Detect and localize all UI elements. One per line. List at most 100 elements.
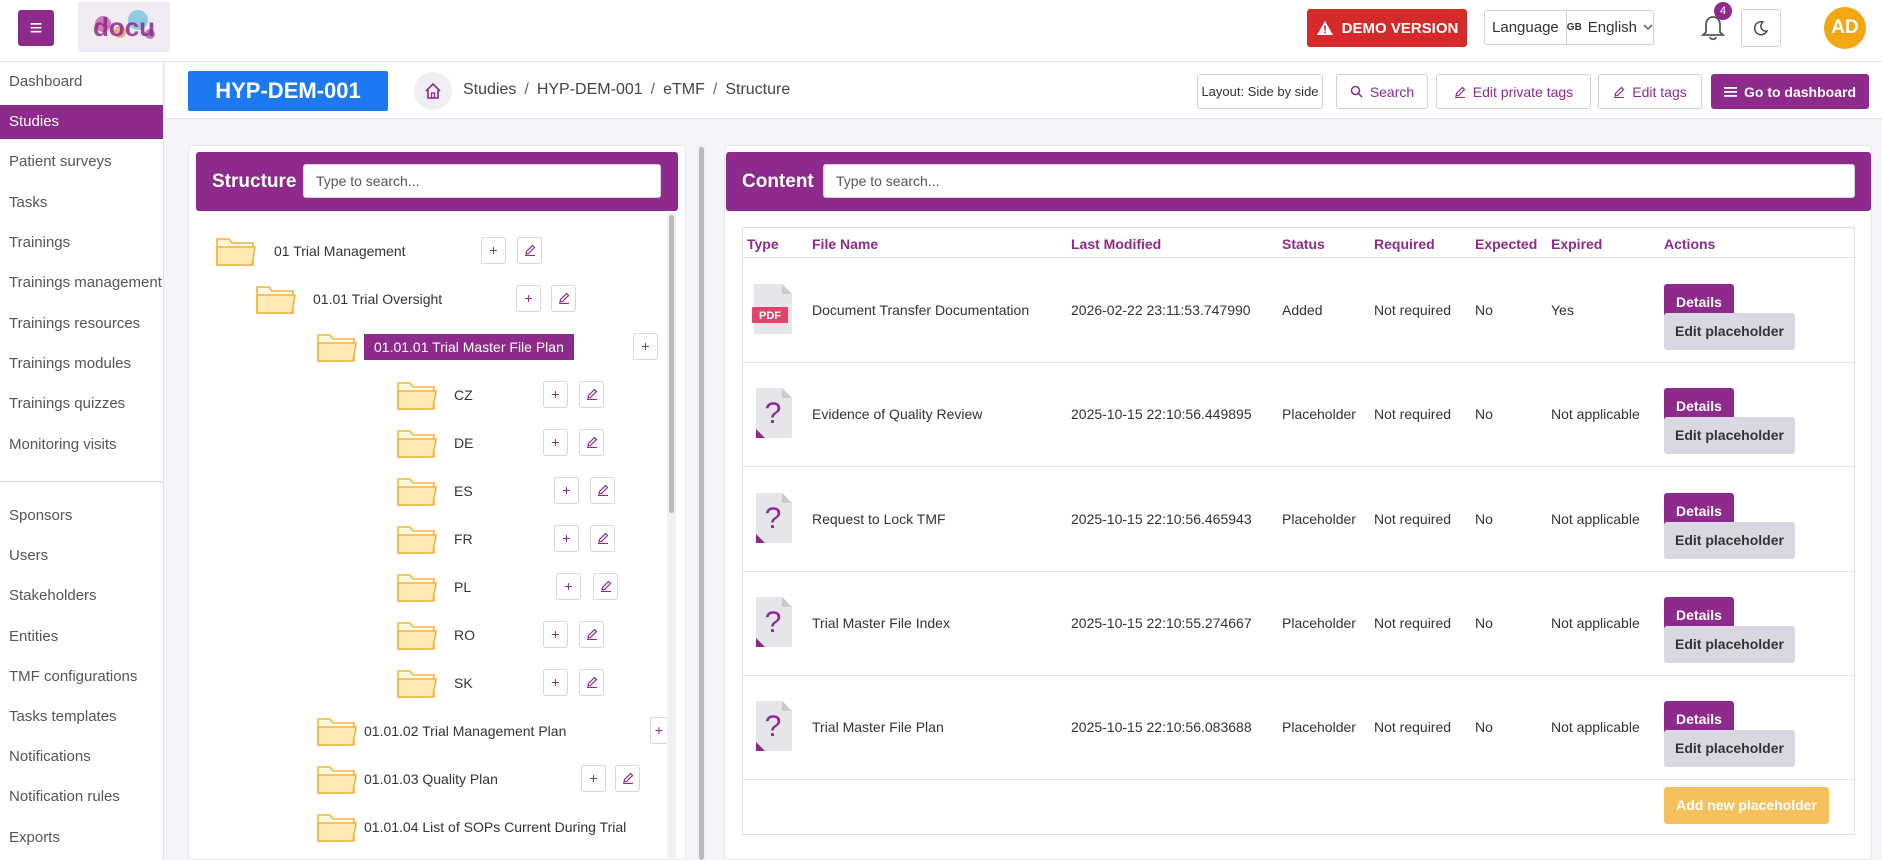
language-selector[interactable]: Language GB English <box>1484 10 1654 45</box>
column-header-required[interactable]: Required <box>1374 236 1435 252</box>
page-scrollbar-thumb[interactable] <box>699 147 704 860</box>
edit-placeholder-button[interactable]: Edit placeholder <box>1664 417 1795 454</box>
edit-folder-button[interactable] <box>593 573 618 600</box>
tree-node-label[interactable]: FR <box>454 529 473 549</box>
folder-icon[interactable] <box>317 811 357 843</box>
folder-icon[interactable] <box>317 715 357 747</box>
add-folder-button[interactable]: + <box>554 477 579 504</box>
sidebar-item-tmf-configurations[interactable]: TMF configurations <box>0 660 163 694</box>
go-to-dashboard-button[interactable]: Go to dashboard <box>1711 74 1869 109</box>
add-new-placeholder-button[interactable]: Add new placeholder <box>1664 787 1829 824</box>
folder-icon[interactable] <box>397 475 437 507</box>
file-name-cell[interactable]: Request to Lock TMF <box>812 511 946 527</box>
edit-placeholder-button[interactable]: Edit placeholder <box>1664 626 1795 663</box>
sidebar-item-notification-rules[interactable]: Notification rules <box>0 780 163 814</box>
edit-private-tags-button[interactable]: Edit private tags <box>1436 74 1591 109</box>
sidebar-item-trainings-quizzes[interactable]: Trainings quizzes <box>0 387 163 421</box>
column-header-expected[interactable]: Expected <box>1475 236 1537 252</box>
sidebar-item-tasks-templates[interactable]: Tasks templates <box>0 700 163 734</box>
edit-folder-button[interactable] <box>590 525 615 552</box>
add-folder-button[interactable]: + <box>543 621 568 648</box>
sidebar-item-trainings-resources[interactable]: Trainings resources <box>0 307 163 341</box>
add-folder-button[interactable]: + <box>554 525 579 552</box>
folder-icon[interactable] <box>317 763 357 795</box>
sidebar-item-studies[interactable]: Studies <box>0 105 163 139</box>
edit-placeholder-button[interactable]: Edit placeholder <box>1664 730 1795 767</box>
tree-node-label[interactable]: 01.01.01 Trial Master File Plan <box>364 334 574 360</box>
theme-toggle-button[interactable] <box>1741 9 1781 47</box>
folder-icon[interactable] <box>397 571 437 603</box>
column-header-type[interactable]: Type <box>747 236 779 252</box>
hamburger-menu-button[interactable]: ≡ <box>18 10 54 46</box>
structure-search-input[interactable] <box>303 164 661 198</box>
add-folder-button[interactable]: + <box>581 765 606 792</box>
tree-node-label[interactable]: 01 Trial Management <box>274 241 406 261</box>
home-button[interactable] <box>414 72 452 110</box>
sidebar-item-tasks[interactable]: Tasks <box>0 186 163 220</box>
folder-icon[interactable] <box>397 667 437 699</box>
sidebar-item-users[interactable]: Users <box>0 539 163 573</box>
sidebar-item-trainings[interactable]: Trainings <box>0 226 163 260</box>
tree-node-label[interactable]: ES <box>454 481 473 501</box>
edit-placeholder-button[interactable]: Edit placeholder <box>1664 522 1795 559</box>
language-dropdown[interactable]: GB English <box>1567 11 1653 44</box>
add-folder-button[interactable]: + <box>543 381 568 408</box>
content-search-input[interactable] <box>823 164 1855 198</box>
add-folder-button[interactable]: + <box>556 573 581 600</box>
tree-node-label[interactable]: PL <box>454 577 471 597</box>
breadcrumb-study[interactable]: HYP-DEM-001 <box>537 81 643 98</box>
sidebar-item-patient-surveys[interactable]: Patient surveys <box>0 145 163 179</box>
edit-folder-button[interactable] <box>579 669 604 696</box>
folder-icon[interactable] <box>317 331 357 363</box>
add-folder-button[interactable]: + <box>650 717 668 744</box>
sidebar-item-stakeholders[interactable]: Stakeholders <box>0 579 163 613</box>
edit-folder-button[interactable] <box>579 381 604 408</box>
file-name-cell[interactable]: Evidence of Quality Review <box>812 406 982 422</box>
folder-icon[interactable] <box>256 283 296 315</box>
structure-scrollbar-thumb[interactable] <box>669 215 674 513</box>
demo-version-button[interactable]: DEMO VERSION <box>1307 9 1467 47</box>
file-name-cell[interactable]: Trial Master File Index <box>812 615 950 631</box>
edit-tags-button[interactable]: Edit tags <box>1598 74 1702 109</box>
folder-icon[interactable] <box>397 523 437 555</box>
column-header-last-modified[interactable]: Last Modified <box>1071 236 1161 252</box>
file-name-cell[interactable]: Document Transfer Documentation <box>812 302 1029 318</box>
add-folder-button[interactable]: + <box>543 669 568 696</box>
sidebar-item-notifications[interactable]: Notifications <box>0 740 163 774</box>
sidebar-item-exports[interactable]: Exports <box>0 821 163 855</box>
folder-icon[interactable] <box>216 235 256 267</box>
user-avatar[interactable]: AD <box>1824 7 1866 49</box>
sidebar-item-trainings-modules[interactable]: Trainings modules <box>0 347 163 381</box>
sidebar-item-entities[interactable]: Entities <box>0 620 163 654</box>
tree-node-label[interactable]: CZ <box>454 385 473 405</box>
layout-button[interactable]: Layout: Side by side <box>1197 74 1323 109</box>
edit-folder-button[interactable] <box>615 765 640 792</box>
tree-node-label[interactable]: DE <box>454 433 473 453</box>
edit-folder-button[interactable] <box>551 285 576 312</box>
add-folder-button[interactable]: + <box>633 333 658 360</box>
column-header-expired[interactable]: Expired <box>1551 236 1602 252</box>
column-header-status[interactable]: Status <box>1282 236 1325 252</box>
edit-folder-button[interactable] <box>579 429 604 456</box>
search-button[interactable]: Search <box>1336 74 1428 109</box>
tree-node-label[interactable]: SK <box>454 673 473 693</box>
sidebar-item-sponsors[interactable]: Sponsors <box>0 499 163 533</box>
add-folder-button[interactable]: + <box>516 285 541 312</box>
edit-placeholder-button[interactable]: Edit placeholder <box>1664 313 1795 350</box>
sidebar-item-monitoring-visits[interactable]: Monitoring visits <box>0 428 163 462</box>
tree-node-label[interactable]: 01.01.03 Quality Plan <box>364 769 498 789</box>
add-folder-button[interactable]: + <box>543 429 568 456</box>
tree-node-label[interactable]: 01.01.04 List of SOPs Current During Tri… <box>364 817 626 837</box>
tree-node-label[interactable]: 01.01 Trial Oversight <box>313 289 442 309</box>
add-folder-button[interactable]: + <box>481 237 506 264</box>
file-name-cell[interactable]: Trial Master File Plan <box>812 719 944 735</box>
sidebar-item-dashboard[interactable]: Dashboard <box>0 65 163 99</box>
sidebar-item-trainings-management[interactable]: Trainings management <box>0 266 163 300</box>
breadcrumb-etmf[interactable]: eTMF <box>663 81 705 98</box>
column-header-file-name[interactable]: File Name <box>812 236 878 252</box>
edit-folder-button[interactable] <box>579 621 604 648</box>
edit-folder-button[interactable] <box>590 477 615 504</box>
tree-node-label[interactable]: 01.01.02 Trial Management Plan <box>364 721 566 741</box>
folder-icon[interactable] <box>397 379 437 411</box>
app-logo[interactable]: docu <box>78 2 170 52</box>
